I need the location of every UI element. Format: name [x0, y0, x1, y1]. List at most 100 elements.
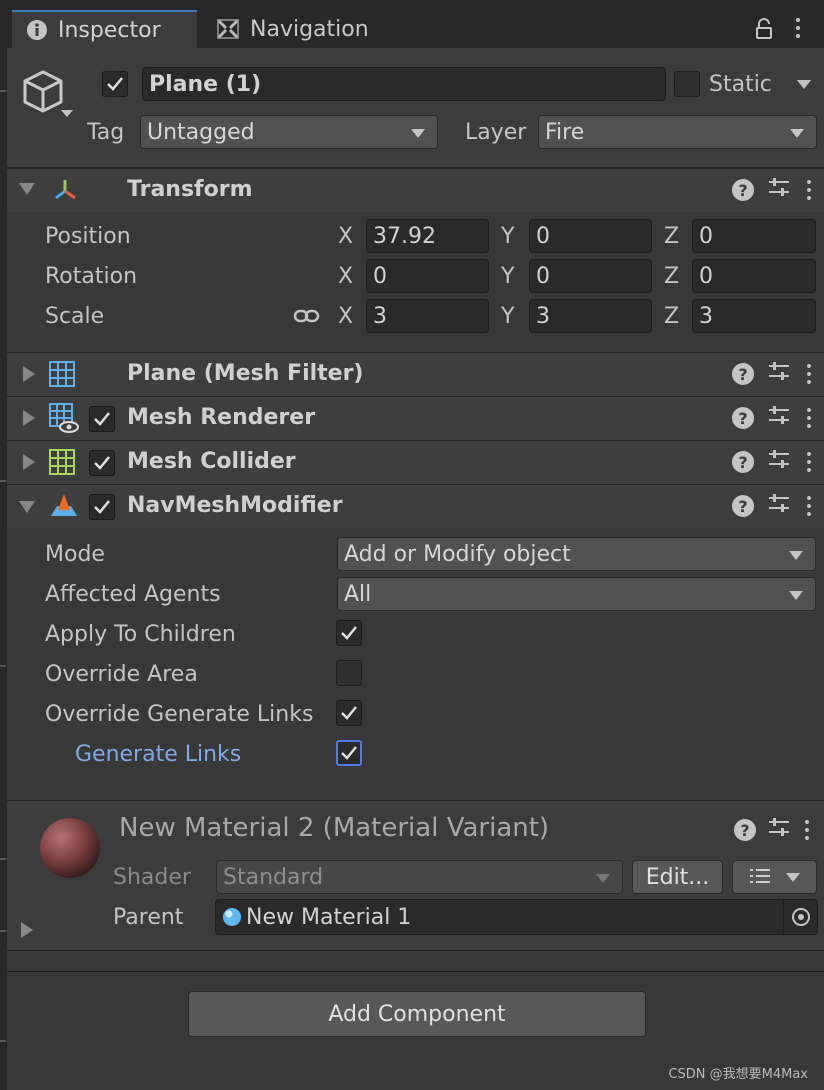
- list-icon: [749, 865, 772, 890]
- foldout-expanded-icon[interactable]: [19, 183, 35, 195]
- component-menu-icon[interactable]: [804, 408, 814, 428]
- navmesh-modifier-enabled-toggle[interactable]: [89, 494, 115, 520]
- foldout-collapsed-icon[interactable]: [23, 366, 35, 382]
- apply-to-children-label: Apply To Children: [45, 622, 236, 647]
- navmesh-modifier-header[interactable]: NavMeshModifier ?: [7, 484, 824, 528]
- presets-icon[interactable]: [768, 493, 790, 519]
- component-menu-icon[interactable]: [804, 452, 814, 472]
- scale-z-input[interactable]: 3: [692, 299, 816, 333]
- shader-dropdown[interactable]: Standard: [216, 860, 623, 894]
- mesh-renderer-icon: [49, 403, 79, 439]
- position-x-input[interactable]: 37.92: [366, 219, 489, 253]
- help-icon[interactable]: ?: [732, 363, 754, 385]
- position-y-label[interactable]: Y: [501, 224, 514, 249]
- watermark: CSDN @我想要M4Max: [668, 1067, 808, 1082]
- rotation-z-label[interactable]: Z: [664, 264, 679, 289]
- generate-links-toggle[interactable]: [336, 740, 362, 766]
- shader-options-button[interactable]: [732, 860, 817, 894]
- edge-mark: [0, 930, 6, 932]
- scale-y-label[interactable]: Y: [501, 304, 514, 329]
- chevron-down-icon: [789, 551, 803, 560]
- chevron-down-icon: [789, 591, 803, 600]
- position-x-label[interactable]: X: [338, 224, 353, 249]
- mesh-renderer-title: Mesh Renderer: [127, 405, 316, 430]
- static-toggle[interactable]: [674, 71, 700, 97]
- constrain-proportions-icon[interactable]: [293, 306, 321, 332]
- parent-label: Parent: [113, 905, 184, 930]
- mesh-collider-enabled-toggle[interactable]: [89, 450, 115, 476]
- static-dropdown-icon[interactable]: [797, 80, 811, 89]
- rotation-z-input[interactable]: 0: [692, 259, 816, 293]
- mesh-collider-header[interactable]: Mesh Collider ?: [7, 440, 824, 484]
- mode-dropdown[interactable]: Add or Modify object: [337, 537, 816, 571]
- rotation-y-label[interactable]: Y: [501, 264, 514, 289]
- edit-shader-button[interactable]: Edit...: [632, 860, 723, 894]
- mesh-filter-header[interactable]: Plane (Mesh Filter) ?: [7, 352, 824, 396]
- help-icon[interactable]: ?: [734, 819, 756, 841]
- presets-icon[interactable]: [768, 449, 790, 475]
- scale-z-label[interactable]: Z: [664, 304, 679, 329]
- chevron-down-icon: [411, 129, 425, 138]
- material-actions: ?: [734, 817, 812, 843]
- tag-dropdown[interactable]: Untagged: [140, 115, 438, 149]
- layer-dropdown[interactable]: Fire: [538, 115, 817, 149]
- affected-agents-label: Affected Agents: [45, 582, 221, 607]
- override-area-toggle[interactable]: [336, 660, 362, 686]
- lock-icon[interactable]: [755, 18, 773, 46]
- component-menu-icon[interactable]: [804, 364, 814, 384]
- component-actions: ?: [732, 405, 814, 431]
- foldout-collapsed-icon[interactable]: [23, 454, 35, 470]
- mesh-renderer-header[interactable]: Mesh Renderer ?: [7, 396, 824, 440]
- rotation-x-input[interactable]: 0: [366, 259, 489, 293]
- help-icon[interactable]: ?: [732, 407, 754, 429]
- edge-mark: [0, 1040, 6, 1042]
- navmesh-modifier-title: NavMeshModifier: [127, 493, 343, 518]
- tab-navigation[interactable]: Navigation: [202, 10, 392, 48]
- object-picker-icon[interactable]: [783, 900, 817, 934]
- affected-agents-dropdown[interactable]: All: [337, 577, 816, 611]
- presets-icon[interactable]: [768, 817, 790, 843]
- transform-header[interactable]: Transform ?: [7, 168, 824, 212]
- more-options-icon[interactable]: [793, 18, 803, 38]
- help-icon[interactable]: ?: [732, 179, 754, 201]
- info-icon: [26, 19, 48, 41]
- chevron-down-icon: [790, 129, 804, 138]
- foldout-expanded-icon[interactable]: [19, 501, 35, 513]
- add-component-button[interactable]: Add Component: [188, 991, 646, 1037]
- mode-value: Add or Modify object: [344, 541, 571, 567]
- material-foldout-icon[interactable]: [21, 922, 33, 938]
- presets-icon[interactable]: [768, 177, 790, 203]
- parent-material-field[interactable]: New Material 1: [215, 899, 818, 935]
- help-icon[interactable]: ?: [732, 451, 754, 473]
- position-y-input[interactable]: 0: [529, 219, 652, 253]
- position-z-label[interactable]: Z: [664, 224, 679, 249]
- component-menu-icon[interactable]: [804, 180, 814, 200]
- material-preview-sphere[interactable]: [37, 815, 103, 887]
- rotation-y-input[interactable]: 0: [529, 259, 652, 293]
- presets-icon[interactable]: [768, 361, 790, 387]
- position-z-input[interactable]: 0: [692, 219, 816, 253]
- scale-x-label[interactable]: X: [338, 304, 353, 329]
- presets-icon[interactable]: [768, 405, 790, 431]
- foldout-collapsed-icon[interactable]: [23, 410, 35, 426]
- edge-mark: [0, 480, 6, 482]
- material-menu-icon[interactable]: [802, 820, 812, 840]
- override-generate-links-toggle[interactable]: [336, 700, 362, 726]
- material-title: New Material 2 (Material Variant): [119, 813, 550, 843]
- affected-agents-value: All: [344, 581, 372, 607]
- static-label: Static: [709, 72, 772, 97]
- rotation-x-label[interactable]: X: [338, 264, 353, 289]
- layer-value: Fire: [545, 119, 585, 145]
- component-menu-icon[interactable]: [804, 496, 814, 516]
- active-toggle[interactable]: [102, 71, 128, 97]
- gameobject-cube-icon[interactable]: [21, 68, 77, 130]
- component-actions: ?: [732, 493, 814, 519]
- scale-x-input[interactable]: 3: [366, 299, 489, 333]
- mesh-renderer-enabled-toggle[interactable]: [89, 406, 115, 432]
- object-name-input[interactable]: Plane (1): [142, 67, 666, 101]
- tab-inspector[interactable]: Inspector: [12, 10, 197, 48]
- chevron-down-icon: [785, 872, 800, 882]
- apply-to-children-toggle[interactable]: [336, 620, 362, 646]
- help-icon[interactable]: ?: [732, 495, 754, 517]
- scale-y-input[interactable]: 3: [529, 299, 652, 333]
